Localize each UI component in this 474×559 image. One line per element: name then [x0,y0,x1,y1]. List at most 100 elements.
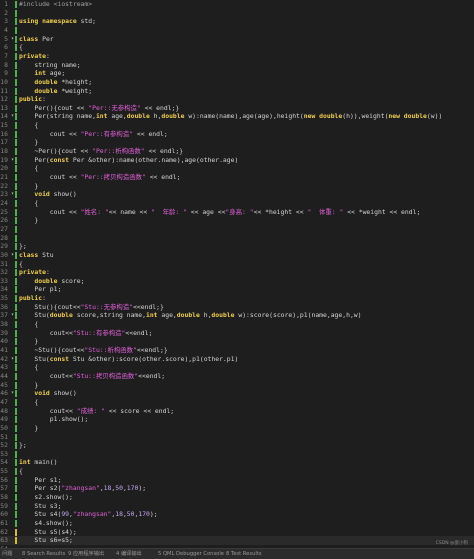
code-line[interactable]: 26 } [0,216,474,225]
code-line[interactable]: 3 using namespace std; [0,17,474,26]
code-line[interactable]: 27 [0,225,474,234]
line-number[interactable]: 17 [0,138,8,147]
line-number[interactable]: 36 [0,303,8,312]
code-line[interactable]: 16 cout << "Per::有参构造" << endl; [0,130,474,139]
line-number[interactable]: 27 [0,225,8,234]
code-editor[interactable]: 1 #include <iostream> 2 3 using namespace st… [0,0,474,548]
line-number[interactable]: 11 [0,87,8,96]
code-line[interactable]: 45 } [0,381,474,390]
code-line[interactable]: 28 [0,234,474,243]
line-number[interactable]: 35 [0,294,8,303]
line-number[interactable]: 43 [0,363,8,372]
code-line[interactable]: 33 double score; [0,277,474,286]
code-line[interactable]: 19 ▾ Per(const Per &other):name(other.nam… [0,156,474,165]
code-line[interactable]: 58 s2.show(); [0,493,474,502]
line-number[interactable]: 15 [0,121,8,130]
code-line[interactable]: 63 Stu s6=s5; [0,536,474,545]
code-line[interactable]: 37 ▾ Stu(double score,string name,int age… [0,311,474,320]
line-number[interactable]: 12 [0,95,8,104]
line-number[interactable]: 28 [0,234,8,243]
code-line[interactable]: 31 { [0,260,474,269]
code-line[interactable]: 40 } [0,337,474,346]
code-line[interactable]: 9 int age; [0,69,474,78]
line-number[interactable]: 51 [0,433,8,442]
line-number[interactable]: 50 [0,424,8,433]
line-number[interactable]: 2 [0,9,8,18]
code-line[interactable]: 22 } [0,182,474,191]
code-line[interactable]: 49 p1.show(); [0,415,474,424]
code-line[interactable]: 4 [0,26,474,35]
line-number[interactable]: 26 [0,216,8,225]
line-number[interactable]: 8 [0,61,8,70]
code-line[interactable]: 30 ▾ class Stu [0,251,474,260]
line-number[interactable]: 39 [0,329,8,338]
code-line[interactable]: 35 public: [0,294,474,303]
code-line[interactable]: 43 { [0,363,474,372]
code-line[interactable]: 42 ▾ Stu(const Stu &other):score(other.sc… [0,355,474,364]
code-line[interactable]: 61 s4.show(); [0,519,474,528]
line-number[interactable]: 14 [0,112,8,121]
line-number[interactable]: 4 [0,26,8,35]
code-line[interactable]: 17 } [0,138,474,147]
line-number[interactable]: 49 [0,415,8,424]
code-line[interactable]: 44 cout<<"Stu::拷贝构造函数"<<endl; [0,372,474,381]
code-line[interactable]: 39 cout<<"Stu::有参构造"<<endl; [0,329,474,338]
line-number[interactable]: 61 [0,519,8,528]
code-line[interactable]: 57 Per s2("zhangsan",18,50,170); [0,484,474,493]
code-line[interactable]: 12 public: [0,95,474,104]
line-number[interactable]: 54 [0,458,8,467]
code-line[interactable]: 13 Per(){cout << "Per::无参构造" << endl;} [0,104,474,113]
line-number[interactable]: 47 [0,398,8,407]
line-number[interactable]: 30 [0,251,8,260]
line-number[interactable]: 40 [0,337,8,346]
code-line[interactable]: 51 [0,433,474,442]
line-number[interactable]: 48 [0,407,8,416]
code-line[interactable]: 52}; [0,441,474,450]
line-number[interactable]: 25 [0,208,8,217]
line-number[interactable]: 38 [0,320,8,329]
code-line[interactable]: 8 string name; [0,61,474,70]
line-number[interactable]: 3 [0,17,8,26]
code-line[interactable]: 55 { [0,467,474,476]
code-line[interactable]: 18 ~Per(){cout << "Per::析构函数" << endl;} [0,147,474,156]
code-line[interactable]: 41 ~Stu(){cout<<"Stu::析构函数"<<endl;} [0,346,474,355]
line-number[interactable]: 23 [0,190,8,199]
line-number[interactable]: 63 [0,536,8,545]
code-line[interactable]: 21 cout << "Per::拷贝构造函数" << endl; [0,173,474,182]
code-line[interactable]: 62 Stu s5(s4); [0,528,474,537]
line-number[interactable]: 33 [0,277,8,286]
code-line[interactable]: 60 Stu s4(99,"zhangsan",18,50,170); [0,510,474,519]
code-line[interactable]: 20 { [0,164,474,173]
line-number[interactable]: 5 [0,35,8,44]
line-number[interactable]: 62 [0,528,8,537]
code-line[interactable]: 11 double *weight; [0,87,474,96]
line-number[interactable]: 60 [0,510,8,519]
code-line[interactable]: 7 private: [0,52,474,61]
code-line[interactable]: 48 cout<< "成绩: " << score << endl; [0,407,474,416]
line-number[interactable]: 56 [0,476,8,485]
code-line[interactable]: 47 { [0,398,474,407]
code-line[interactable]: 53 [0,450,474,459]
line-number[interactable]: 9 [0,69,8,78]
line-number[interactable]: 45 [0,381,8,390]
code-line[interactable]: 24 { [0,199,474,208]
code-line[interactable]: 34 Per p1; [0,285,474,294]
line-number[interactable]: 19 [0,156,8,165]
line-number[interactable]: 10 [0,78,8,87]
line-number[interactable]: 41 [0,346,8,355]
code-line[interactable]: 36 Stu(){cout<<"Stu::无参构造"<<endl;} [0,303,474,312]
line-number[interactable]: 57 [0,484,8,493]
line-number[interactable]: 24 [0,199,8,208]
line-number[interactable]: 6 [0,43,8,52]
line-number[interactable]: 37 [0,311,8,320]
line-number[interactable]: 55 [0,467,8,476]
line-number[interactable]: 20 [0,164,8,173]
code-line[interactable]: 6{ [0,43,474,52]
line-number[interactable]: 32 [0,268,8,277]
line-number[interactable]: 46 [0,389,8,398]
code-line[interactable]: 2 [0,9,474,18]
code-line[interactable]: 1 #include <iostream> [0,0,474,9]
code-line[interactable]: 54 int main() [0,458,474,467]
code-line[interactable]: 56 Per s1; [0,476,474,485]
line-number[interactable]: 34 [0,285,8,294]
